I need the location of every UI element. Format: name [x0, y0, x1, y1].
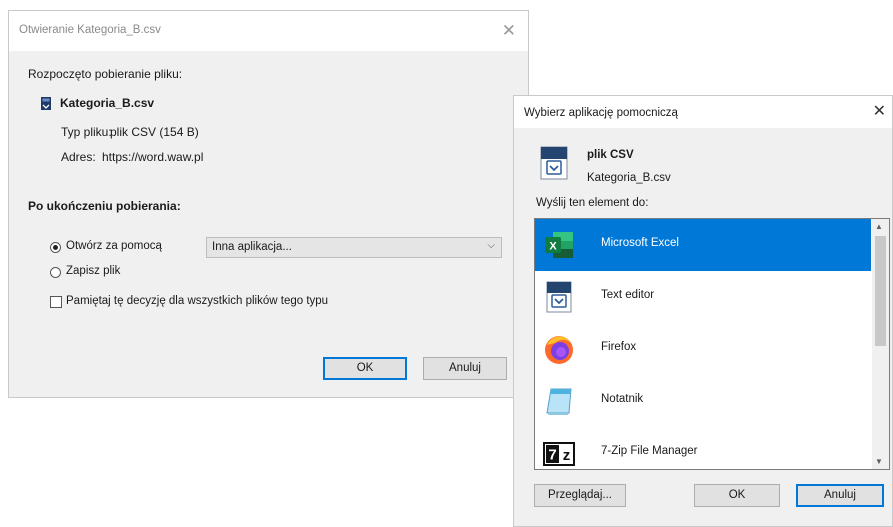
text-editor-icon — [546, 281, 572, 313]
excel-icon: X — [545, 232, 573, 258]
download-dialog: Otwieranie Kategoria_B.csv ✕ Rozpoczęto … — [8, 10, 529, 398]
helper-app-dialog: Wybierz aplikację pomocniczą ✕ plik CSV … — [513, 95, 893, 527]
app-item-label: Notatnik — [601, 393, 644, 405]
download-dialog-title: Otwieranie Kategoria_B.csv — [19, 24, 161, 36]
notepad-icon — [546, 388, 572, 415]
save-file-radio[interactable] — [50, 267, 61, 278]
csv-file-icon — [540, 146, 568, 180]
helper-file-kind: plik CSV — [587, 149, 634, 161]
app-item-label: Text editor — [601, 289, 655, 301]
file-icon — [41, 97, 51, 110]
download-ok-button[interactable]: OK — [323, 357, 407, 380]
app-list-scrollbar[interactable]: ▲ ▼ — [872, 219, 889, 469]
helper-dialog-close-icon[interactable]: ✕ — [873, 104, 886, 120]
app-item-label: Microsoft Excel — [601, 237, 679, 249]
app-item-excel[interactable]: X Microsoft Excel — [535, 219, 871, 271]
open-with-radio[interactable] — [50, 242, 61, 253]
app-item-label: 7-Zip File Manager — [601, 445, 698, 457]
file-type-label: Typ pliku: — [61, 125, 112, 139]
download-file-name: Kategoria_B.csv — [60, 96, 155, 110]
download-dialog-titlebar[interactable]: Otwieranie Kategoria_B.csv ✕ — [9, 11, 528, 51]
open-with-select[interactable]: Inna aplikacja... ⌵ — [206, 237, 502, 258]
file-type-value: plik CSV (154 B) — [110, 125, 199, 139]
browse-button[interactable]: Przeglądaj... — [534, 484, 626, 507]
save-file-label: Zapisz plik — [66, 265, 121, 277]
after-download-heading: Po ukończeniu pobierania: — [28, 199, 181, 213]
scrollbar-thumb[interactable] — [875, 236, 886, 346]
app-item-firefox[interactable]: Firefox — [535, 323, 871, 375]
address-value: https://word.waw.pl — [102, 150, 204, 164]
scroll-down-icon[interactable]: ▼ — [875, 457, 883, 466]
download-cancel-button[interactable]: Anuluj — [423, 357, 507, 380]
app-list[interactable]: X Microsoft Excel Text editor Firefox No… — [534, 218, 890, 470]
remember-label: Pamiętaj tę decyzję dla wszystkich plikó… — [66, 295, 329, 307]
scroll-up-icon[interactable]: ▲ — [875, 222, 883, 231]
screen: Otwieranie Kategoria_B.csv ✕ Rozpoczęto … — [0, 0, 893, 527]
helper-dialog-title: Wybierz aplikację pomocniczą — [524, 107, 678, 119]
remember-checkbox[interactable] — [50, 296, 62, 308]
helper-dialog-titlebar[interactable]: Wybierz aplikację pomocniczą ✕ — [514, 96, 892, 128]
app-item-7zip[interactable]: 7 z 7-Zip File Manager — [535, 427, 871, 469]
open-with-select-value: Inna aplikacja... — [212, 241, 292, 253]
app-item-notepad[interactable]: Notatnik — [535, 375, 871, 427]
helper-ok-button[interactable]: OK — [694, 484, 780, 507]
address-label: Adres: — [61, 150, 96, 164]
download-dialog-close-icon[interactable]: ✕ — [502, 22, 516, 39]
chevron-down-icon: ⌵ — [487, 240, 495, 251]
open-with-label: Otwórz za pomocą — [66, 240, 162, 252]
app-item-label: Firefox — [601, 341, 637, 353]
svg-text:z: z — [563, 447, 571, 464]
svg-text:7: 7 — [548, 447, 556, 464]
helper-cancel-button[interactable]: Anuluj — [796, 484, 884, 507]
send-to-label: Wyślij ten element do: — [536, 197, 649, 209]
download-started-label: Rozpoczęto pobieranie pliku: — [28, 67, 183, 81]
7zip-icon: 7 z — [543, 442, 575, 466]
helper-file-name: Kategoria_B.csv — [587, 172, 671, 184]
firefox-icon — [545, 336, 573, 364]
svg-text:X: X — [549, 241, 557, 253]
app-item-text-editor[interactable]: Text editor — [535, 271, 871, 323]
